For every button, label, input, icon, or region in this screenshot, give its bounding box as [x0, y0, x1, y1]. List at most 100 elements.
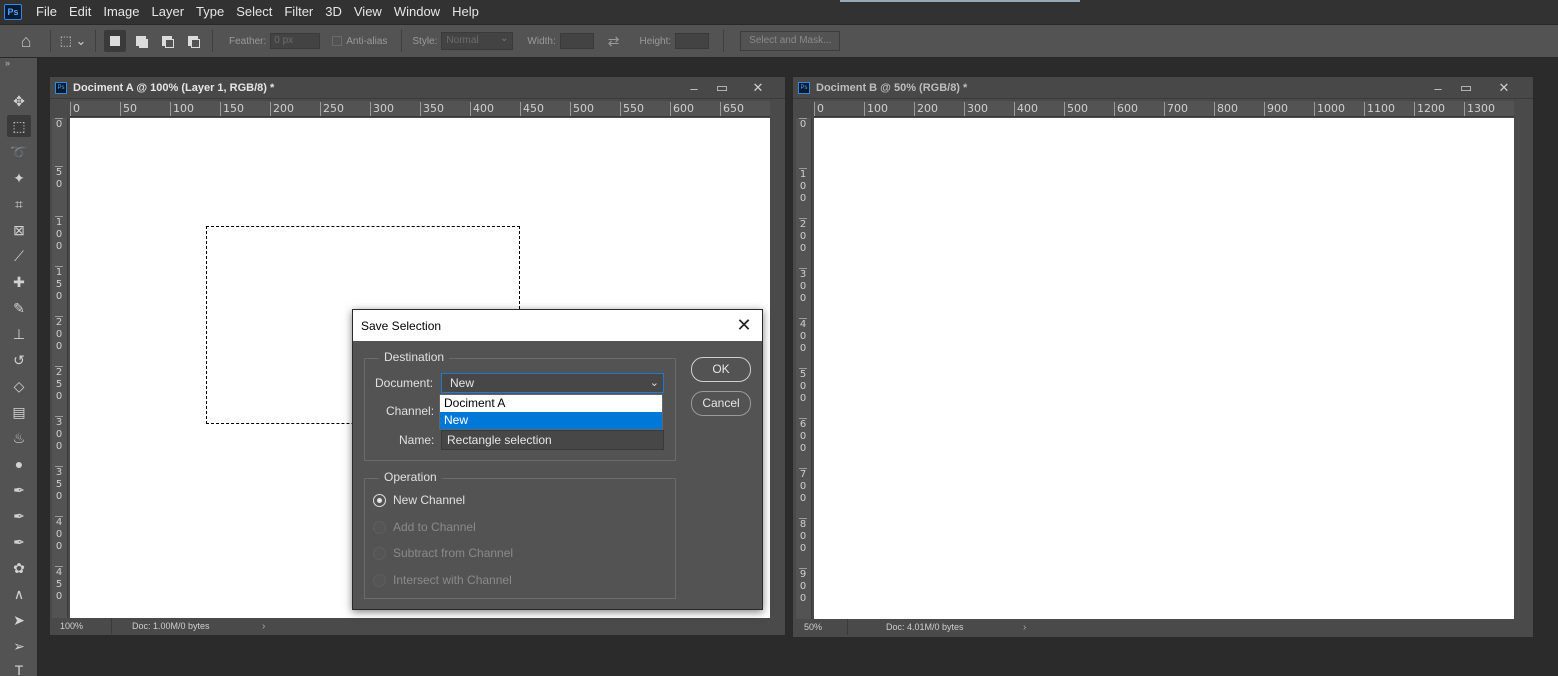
expand-toolbar-icon[interactable]: » [5, 58, 10, 68]
restore-icon[interactable]: ▭ [709, 77, 735, 99]
name-label: Name: [399, 433, 435, 447]
rectangular-marquee-preset-icon[interactable]: ⬚ ⌄ [57, 29, 89, 53]
style-select[interactable]: Normal [441, 31, 514, 50]
name-input[interactable]: Rectangle selection [441, 430, 664, 450]
ruler-tick: 0 [70, 102, 80, 116]
radio-disabled-icon [373, 573, 386, 587]
new-channel-radio[interactable]: New Channel [373, 493, 465, 507]
close-icon[interactable]: ✕ [1491, 77, 1517, 99]
path-selection-tool-icon[interactable]: ➤ [7, 609, 31, 631]
cancel-button[interactable]: Cancel [691, 391, 751, 416]
ruler-tick: 300 [964, 102, 988, 116]
ruler-tick: 9 0 0 [799, 568, 807, 604]
radio-label: New Channel [393, 493, 466, 507]
document-b-tab[interactable]: Ps Dociment B @ 50% (RGB/8) * [793, 77, 1533, 99]
antialias-checkbox[interactable] [332, 36, 343, 46]
ruler-tick: 900 [1264, 102, 1288, 116]
gradient-tool-icon[interactable]: ▤ [7, 401, 31, 423]
height-input[interactable] [675, 33, 710, 49]
ruler-tick: 4 0 0 [55, 516, 63, 552]
minimize-icon[interactable]: – [681, 77, 707, 99]
menu-select[interactable]: Select [230, 0, 278, 24]
ruler-tick: 500 [1064, 102, 1088, 116]
rectangular-marquee-tool-icon[interactable]: ⬚ [7, 115, 31, 137]
divider [50, 30, 51, 52]
ruler-tick: 700 [1164, 102, 1188, 116]
frame-tool-icon[interactable]: ⊠ [7, 219, 31, 241]
subtract-from-selection-icon[interactable] [156, 30, 178, 52]
blur-tool-icon[interactable]: ♨ [7, 427, 31, 449]
document-dropdown-list: Dociment A New [439, 394, 663, 430]
dropdown-option-new[interactable]: New [440, 412, 662, 429]
menu-filter[interactable]: Filter [278, 0, 319, 24]
dialog-title: Save Selection [361, 318, 442, 333]
divider [723, 30, 725, 52]
ruler-tick: 1 5 0 [55, 266, 63, 302]
intersect-selection-icon[interactable] [182, 30, 204, 52]
ok-button[interactable]: OK [691, 357, 751, 382]
radio-label: Subtract from Channel [393, 546, 514, 560]
ruler-tick: 3 0 0 [799, 268, 807, 304]
eyedropper-tool-icon[interactable]: ⟋ [7, 245, 31, 267]
ruler-tick: 3 0 0 [55, 416, 63, 452]
document-select[interactable]: New ⌄ [441, 373, 664, 393]
channel-label: Channel: [386, 404, 435, 418]
dodge-tool-icon[interactable]: ● [7, 453, 31, 475]
menu-image[interactable]: Image [97, 0, 145, 24]
menu-layer[interactable]: Layer [146, 0, 191, 24]
ruler-tick: 8 0 0 [799, 518, 807, 554]
type-tool-icon[interactable]: T [7, 659, 31, 676]
menu-file[interactable]: File [30, 0, 63, 24]
pen-tool-icon[interactable]: ✒ [7, 479, 31, 501]
home-icon[interactable]: ⌂ [8, 29, 44, 53]
menu-help[interactable]: Help [446, 0, 485, 24]
menu-type[interactable]: Type [190, 0, 230, 24]
convert-point-tool-icon[interactable]: ∧ [7, 583, 31, 605]
feather-input[interactable]: 0 px [270, 33, 321, 49]
menu-edit[interactable]: Edit [63, 0, 97, 24]
status-menu-chevron-icon[interactable]: › [1023, 622, 1026, 633]
ruler-tick: 4 5 0 [55, 566, 63, 602]
width-input[interactable] [559, 33, 594, 49]
ps-document-icon: Ps [55, 81, 67, 94]
menu-window[interactable]: Window [388, 0, 446, 24]
crop-tool-icon[interactable]: ⌗ [7, 193, 31, 215]
lasso-tool-icon[interactable]: ➰ [7, 141, 31, 163]
status-menu-chevron-icon[interactable]: › [262, 621, 265, 632]
move-tool-icon[interactable]: ✥ [7, 90, 31, 112]
document-a-tab[interactable]: Ps Dociment A @ 100% (Layer 1, RGB/8) * [50, 77, 785, 99]
radio-label: Intersect with Channel [393, 573, 512, 587]
magic-wand-tool-icon[interactable]: ✦ [7, 167, 31, 189]
add-anchor-point-tool-icon[interactable]: ✿ [7, 557, 31, 579]
freeform-pen-tool-icon[interactable]: ✒ [7, 505, 31, 527]
menu-bar: Ps File Edit Image Layer Type Select Fil… [0, 0, 1558, 24]
subtract-from-channel-radio: Subtract from Channel [373, 546, 513, 560]
select-and-mask-button[interactable]: Select and Mask... [740, 31, 841, 51]
document-b-canvas[interactable] [814, 118, 1514, 619]
ruler-tick: 1300 [1464, 102, 1495, 116]
restore-icon[interactable]: ▭ [1453, 77, 1479, 99]
add-to-selection-icon[interactable] [130, 30, 152, 52]
menu-3d[interactable]: 3D [319, 0, 348, 24]
brush-tool-icon[interactable]: ✎ [7, 297, 31, 319]
horizontal-ruler: 0 50 100 150 200 250 300 350 400 450 500… [70, 101, 770, 117]
zoom-level[interactable]: 100% [52, 618, 112, 634]
ruler-tick: 650 [720, 102, 744, 116]
minimize-icon[interactable]: – [1425, 77, 1451, 99]
menu-view[interactable]: View [348, 0, 388, 24]
ruler-tick: 1200 [1414, 102, 1445, 116]
direct-selection-tool-icon[interactable]: ➢ [7, 635, 31, 657]
ruler-tick: 50 [120, 102, 137, 116]
eraser-tool-icon[interactable]: ◇ [7, 375, 31, 397]
swap-width-height-icon[interactable]: ⇄ [608, 33, 620, 50]
close-icon[interactable]: ✕ [734, 315, 754, 335]
clone-stamp-tool-icon[interactable]: ⊥ [7, 323, 31, 345]
document-a-status-bar: 100% Doc: 1.00M/0 bytes › [52, 618, 332, 634]
close-icon[interactable]: ✕ [745, 77, 771, 99]
new-selection-icon[interactable] [104, 30, 126, 52]
dropdown-option-dociment-a[interactable]: Dociment A [440, 395, 662, 412]
history-brush-tool-icon[interactable]: ↺ [7, 349, 31, 371]
zoom-level[interactable]: 50% [796, 619, 848, 635]
healing-brush-tool-icon[interactable]: ✚ [7, 271, 31, 293]
curvature-pen-tool-icon[interactable]: ✒ [7, 531, 31, 553]
